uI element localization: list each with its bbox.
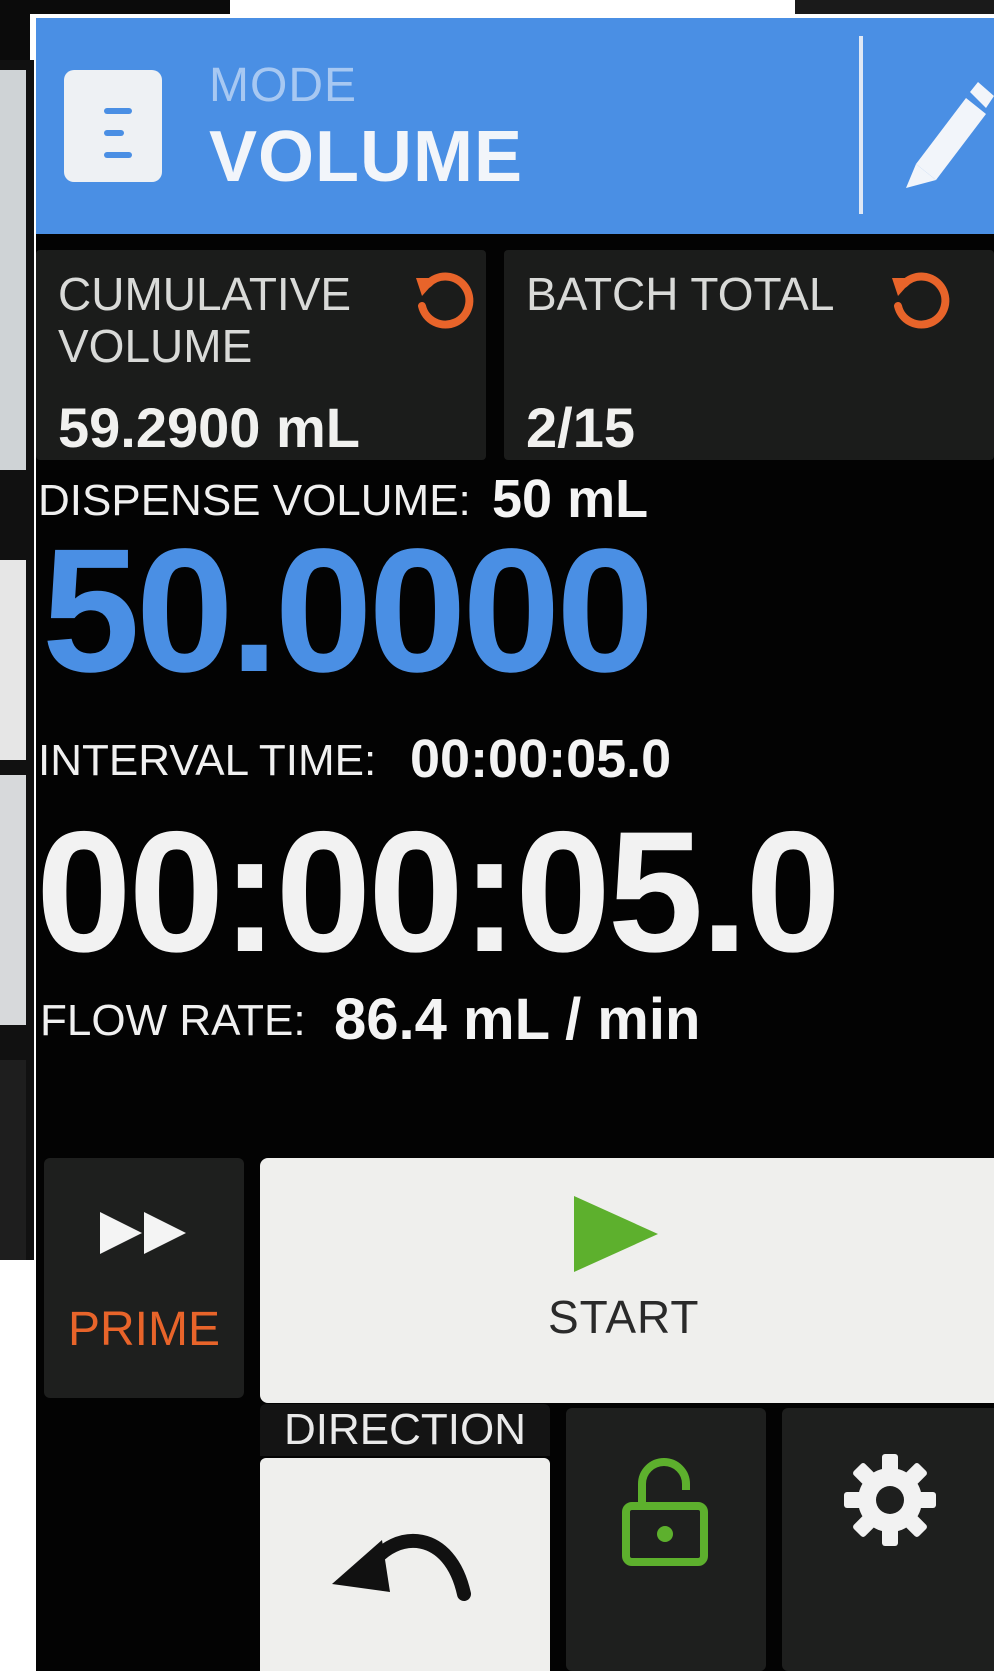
fast-forward-icon	[100, 1212, 186, 1254]
lock-button[interactable]	[566, 1408, 766, 1671]
interval-time-label: INTERVAL TIME:	[38, 736, 377, 785]
prime-label: PRIME	[67, 1303, 220, 1356]
pump-screen: MODE VOLUME CUMULATIVE VOLUME 59.2900 mL…	[36, 18, 994, 1671]
background-wall	[0, 1260, 36, 1671]
counterclockwise-arrow-icon	[332, 1534, 471, 1601]
reset-icon[interactable]	[408, 264, 478, 334]
batch-total-value: 2/15	[526, 396, 635, 459]
play-icon	[574, 1196, 658, 1272]
beaker-icon	[64, 70, 162, 182]
flow-rate-label: FLOW RATE:	[40, 996, 306, 1045]
background-screen-edge	[0, 560, 26, 760]
interval-time-setpoint: 00:00:05.0	[410, 729, 672, 789]
reset-icon[interactable]	[884, 264, 954, 334]
start-button[interactable]: START	[260, 1158, 994, 1403]
gear-icon	[844, 1454, 936, 1546]
dispense-volume-display: 50.0000	[42, 513, 654, 709]
header-divider	[859, 36, 863, 214]
cumulative-volume-tile: CUMULATIVE VOLUME 59.2900 mL	[36, 250, 486, 460]
prime-button[interactable]: PRIME	[44, 1158, 244, 1398]
cumulative-volume-value: 59.2900 mL	[58, 396, 360, 459]
mode-label: MODE	[209, 59, 357, 112]
pencil-icon[interactable]	[894, 68, 994, 188]
direction-label: DIRECTION	[284, 1405, 526, 1454]
direction-label-tab: DIRECTION	[260, 1404, 550, 1456]
mode-header[interactable]: MODE VOLUME	[36, 18, 994, 234]
background-screen-edge	[0, 1060, 26, 1260]
start-label: START	[548, 1291, 700, 1343]
mode-value: VOLUME	[209, 117, 524, 197]
background-screen-edge	[0, 775, 26, 1025]
device-bezel-top	[0, 0, 230, 14]
cumulative-volume-title: CUMULATIVE VOLUME	[58, 268, 352, 372]
direction-button[interactable]	[260, 1458, 550, 1671]
settings-button[interactable]	[782, 1408, 994, 1671]
batch-total-title: BATCH TOTAL	[526, 268, 835, 320]
interval-time-display: 00:00:05.0	[36, 796, 841, 988]
flow-rate-value: 86.4 mL / min	[334, 987, 701, 1052]
unlocked-padlock-icon	[622, 1458, 708, 1566]
batch-total-tile: BATCH TOTAL 2/15	[504, 250, 994, 460]
device-bezel-top	[795, 0, 994, 14]
background-screen-edge	[0, 70, 26, 470]
